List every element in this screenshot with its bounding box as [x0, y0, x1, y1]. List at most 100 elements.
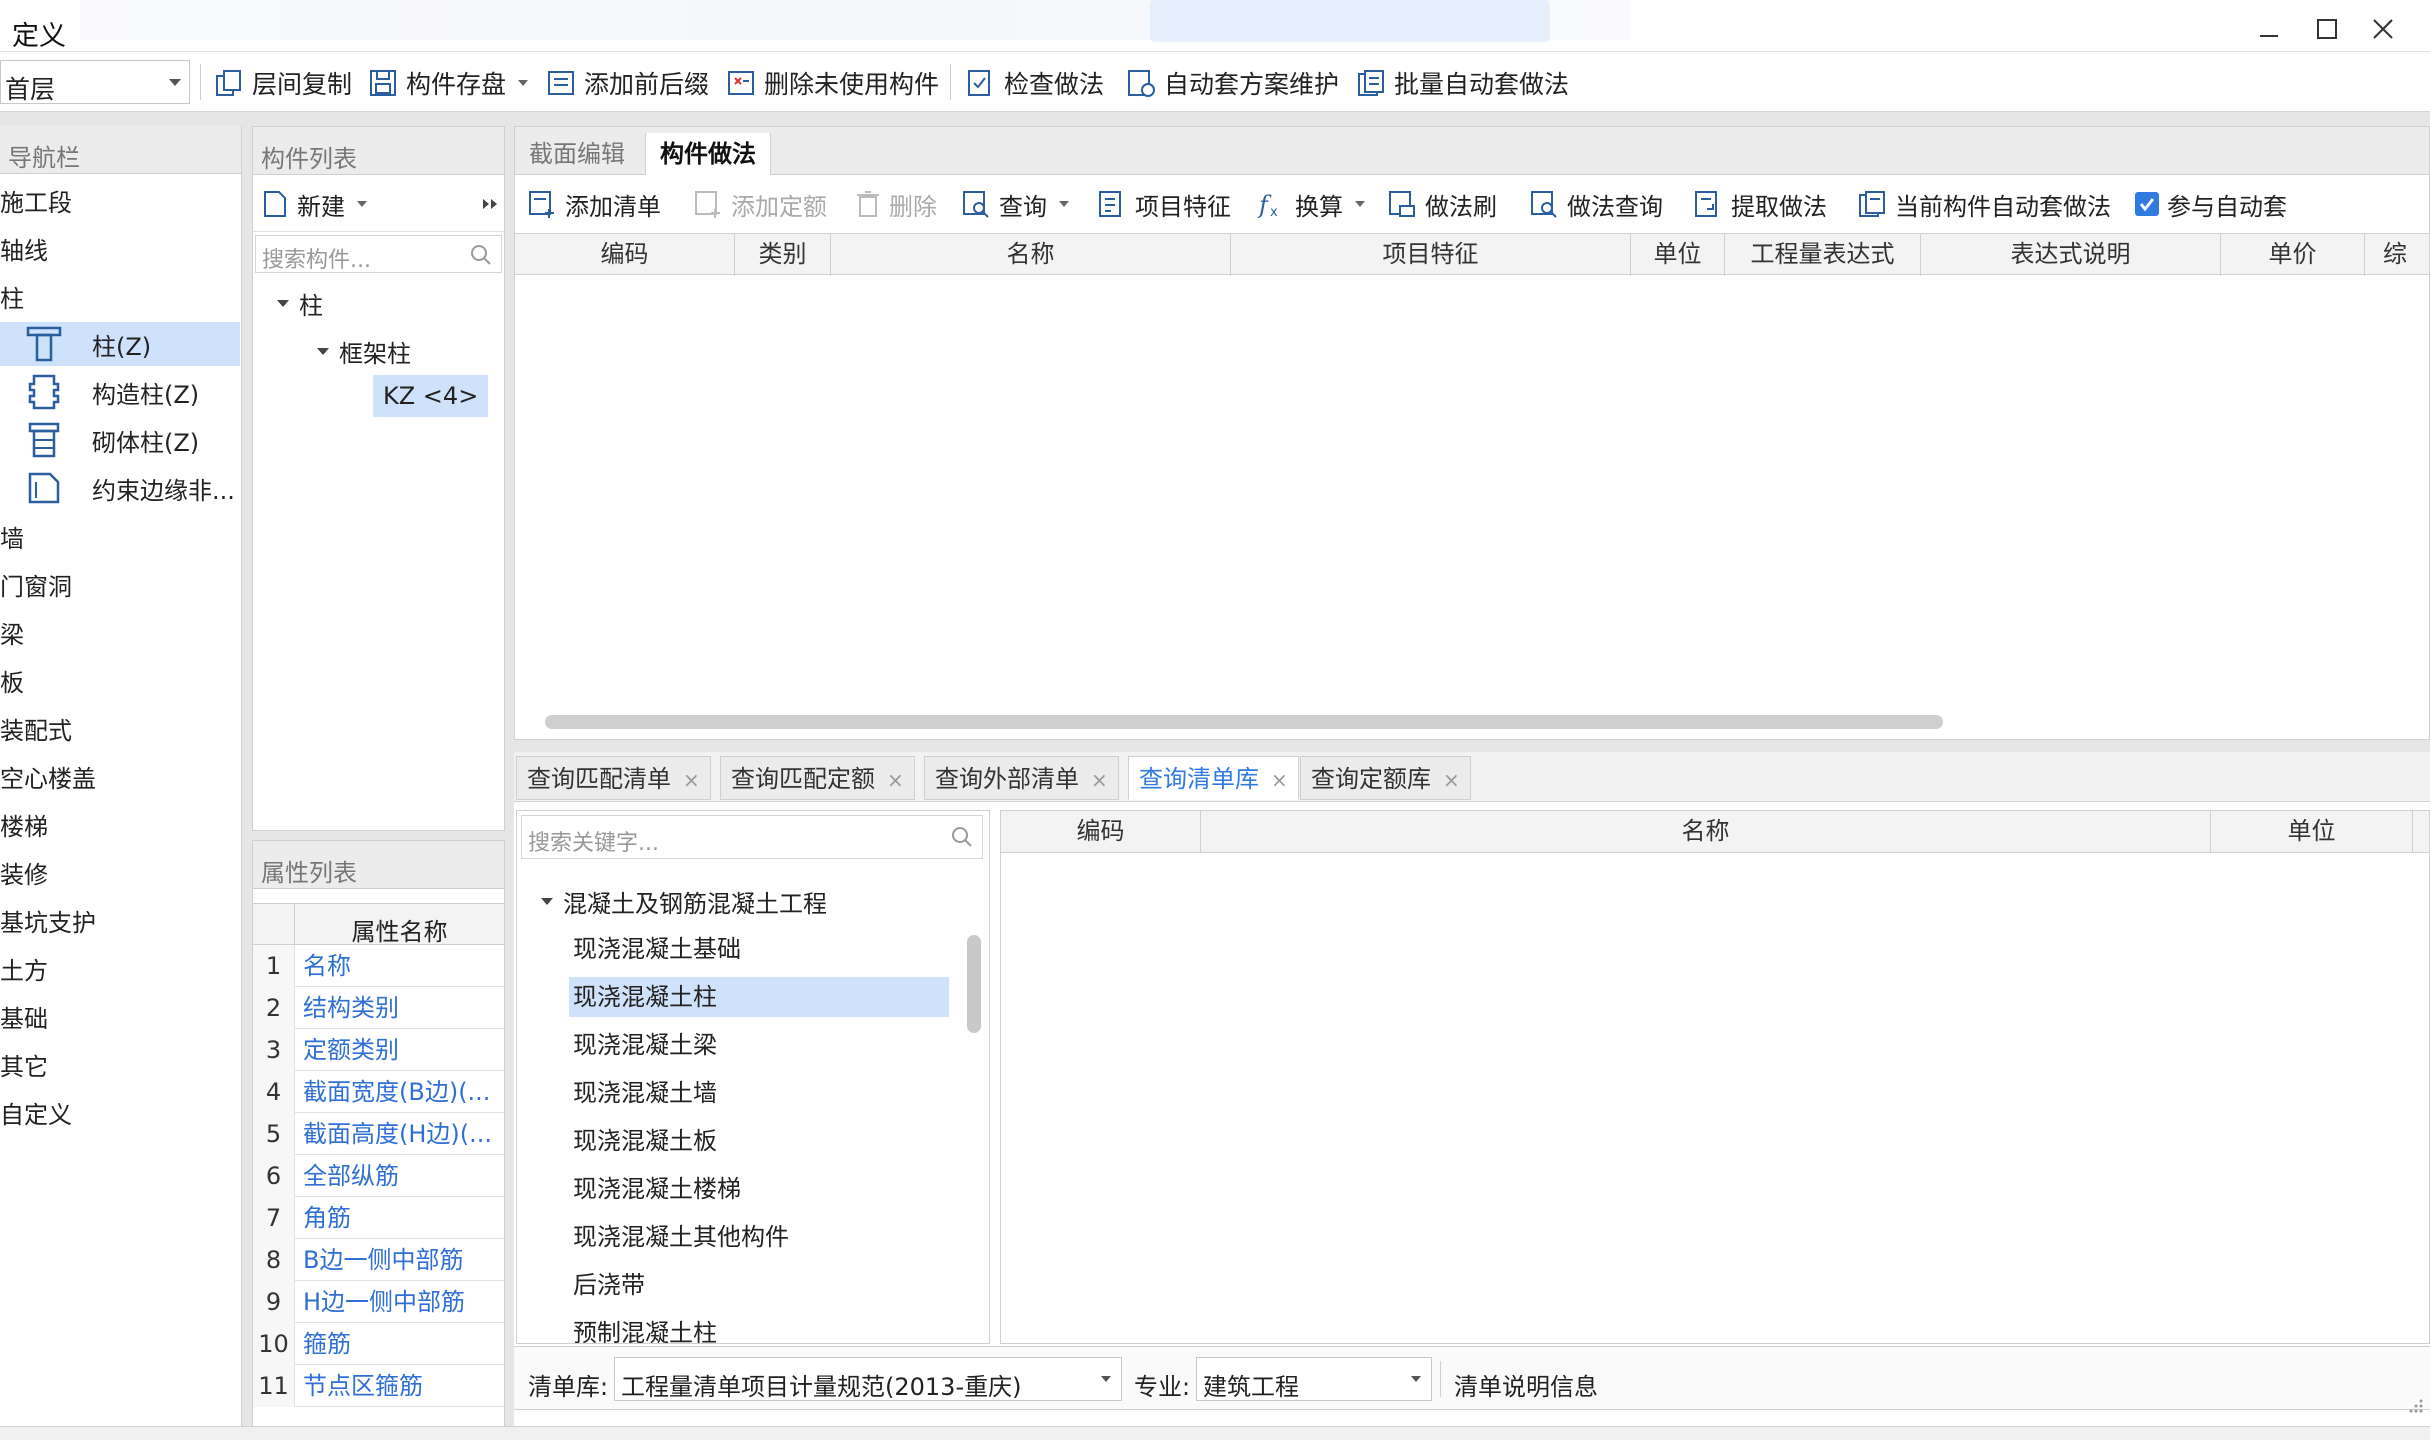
tab-external-list[interactable]: 查询外部清单 ×: [924, 756, 1119, 800]
property-row[interactable]: 9 H边一侧中部筋: [253, 1281, 504, 1323]
new-component-button[interactable]: 新建: [261, 187, 367, 221]
tree-node-library-item[interactable]: 现浇混凝土板: [569, 1121, 949, 1161]
close-icon[interactable]: [2368, 14, 2398, 44]
resize-grip-icon[interactable]: [2408, 1398, 2424, 1414]
tree-node-library-item[interactable]: 现浇混凝土梁: [569, 1025, 949, 1065]
project-feature-button[interactable]: 项目特征: [1097, 187, 1231, 221]
nav-item-prefab[interactable]: 装配式: [0, 706, 240, 750]
vertical-scrollbar[interactable]: [967, 935, 981, 1033]
property-row[interactable]: 2 结构类别: [253, 987, 504, 1029]
nav-item-foundation[interactable]: 基础: [0, 994, 240, 1038]
nav-item-masonry-column[interactable]: 砌体柱(Z): [0, 418, 240, 462]
close-icon[interactable]: ×: [1091, 768, 1108, 792]
save-component-button[interactable]: 构件存盘: [368, 66, 529, 100]
tab-component-method[interactable]: 构件做法: [645, 133, 771, 175]
tab-list-library[interactable]: 查询清单库 ×: [1128, 756, 1299, 800]
property-row[interactable]: 5 截面高度(H边)(...: [253, 1113, 504, 1155]
tree-node-library-item[interactable]: 后浇带: [569, 1265, 949, 1305]
nav-item-pit-support[interactable]: 基坑支护: [0, 898, 240, 942]
close-icon[interactable]: ×: [683, 768, 700, 792]
auto-scheme-button[interactable]: 自动套方案维护: [1126, 66, 1339, 100]
tab-quota-library[interactable]: 查询定额库 ×: [1300, 756, 1471, 800]
keyword-search-input[interactable]: 搜索关键字...: [521, 815, 983, 859]
column-header[interactable]: 综: [2365, 234, 2429, 276]
extract-method-button[interactable]: 提取做法: [1693, 187, 1827, 221]
tree-node-library-item[interactable]: 现浇混凝土基础: [569, 929, 949, 969]
property-row[interactable]: 1 名称: [253, 945, 504, 987]
property-row[interactable]: 4 截面宽度(B边)(...: [253, 1071, 504, 1113]
nav-item-other[interactable]: 其它: [0, 1042, 240, 1086]
nav-item-hollow-floor[interactable]: 空心楼盖: [0, 754, 240, 798]
tab-section-edit[interactable]: 截面编辑: [515, 133, 639, 175]
tree-node-library-item[interactable]: 现浇混凝土墙: [569, 1073, 949, 1113]
floor-select[interactable]: 首层: [0, 60, 190, 104]
property-row[interactable]: 10 箍筋: [253, 1323, 504, 1365]
close-icon[interactable]: ×: [887, 768, 904, 792]
add-affix-button[interactable]: 添加前后缀: [546, 66, 709, 100]
nav-item-wall[interactable]: 墙: [0, 514, 240, 558]
query-button[interactable]: 查询: [961, 187, 1069, 221]
minimize-icon[interactable]: [2254, 14, 2284, 44]
add-quota-button[interactable]: 添加定额: [693, 187, 827, 221]
nav-item-stairs[interactable]: 楼梯: [0, 802, 240, 846]
tree-node-frame-column[interactable]: 框架柱: [317, 331, 411, 371]
column-header[interactable]: 表达式说明: [1921, 234, 2221, 276]
column-header[interactable]: 类别: [735, 234, 831, 276]
maximize-icon[interactable]: [2312, 14, 2342, 44]
batch-auto-button[interactable]: 批量自动套做法: [1356, 66, 1569, 100]
nav-item-column[interactable]: 柱(Z): [0, 322, 240, 366]
copy-floor-button[interactable]: 层间复制: [214, 66, 352, 100]
column-header[interactable]: 工程量表达式: [1725, 234, 1921, 276]
tree-node-library-item[interactable]: 现浇混凝土柱: [569, 977, 949, 1017]
close-icon[interactable]: ×: [1271, 768, 1288, 792]
component-search-input[interactable]: 搜索构件...: [255, 235, 502, 273]
property-row[interactable]: 8 B边一侧中部筋: [253, 1239, 504, 1281]
nav-item-axis[interactable]: 轴线: [0, 226, 240, 270]
tree-node-library-item[interactable]: 预制混凝土柱: [569, 1313, 949, 1343]
nav-item-earthwork[interactable]: 土方: [0, 946, 240, 990]
expand-toolbar-icon[interactable]: [479, 189, 501, 219]
nav-item-beam[interactable]: 梁: [0, 610, 240, 654]
auto-apply-button[interactable]: 当前构件自动套做法: [1857, 187, 2111, 221]
nav-item-decoration[interactable]: 装修: [0, 850, 240, 894]
column-header[interactable]: 名称: [831, 234, 1231, 276]
column-header[interactable]: 项目特征: [1231, 234, 1631, 276]
property-row[interactable]: 6 全部纵筋: [253, 1155, 504, 1197]
library-select[interactable]: 工程量清单项目计量规范(2013-重庆): [614, 1357, 1122, 1401]
delete-unused-button[interactable]: 删除未使用构件: [726, 66, 939, 100]
nav-item-constructional-column[interactable]: 构造柱(Z): [0, 370, 240, 414]
property-row[interactable]: 3 定额类别: [253, 1029, 504, 1071]
property-row[interactable]: 11 节点区箍筋: [253, 1365, 504, 1407]
column-header[interactable]: 单位: [1631, 234, 1725, 276]
column-header[interactable]: 单价: [2221, 234, 2365, 276]
check-method-button[interactable]: 检查做法: [966, 66, 1104, 100]
add-list-button[interactable]: 添加清单: [527, 187, 661, 221]
nav-item-custom[interactable]: 自定义: [0, 1090, 240, 1134]
column-header[interactable]: 编码: [515, 234, 735, 276]
method-brush-button[interactable]: 做法刷: [1387, 187, 1497, 221]
horizontal-scrollbar[interactable]: [545, 715, 1943, 729]
tree-node-library-item[interactable]: 现浇混凝土其他构件: [569, 1217, 949, 1257]
auto-participate-checkbox[interactable]: 参与自动套: [2135, 187, 2287, 221]
nav-item-slab[interactable]: 板: [0, 658, 240, 702]
conversion-button[interactable]: fx 换算: [1257, 187, 1365, 221]
close-icon[interactable]: ×: [1443, 768, 1460, 792]
discipline-select[interactable]: 建筑工程: [1196, 1357, 1432, 1401]
method-query-button[interactable]: 做法查询: [1529, 187, 1663, 221]
delete-button[interactable]: 删除: [855, 187, 937, 221]
tree-node-column[interactable]: 柱: [277, 283, 323, 323]
nav-item-edge-member[interactable]: 约束边缘非...: [0, 466, 240, 510]
nav-item-openings[interactable]: 门窗洞: [0, 562, 240, 606]
nav-item-column-group[interactable]: 柱: [0, 274, 240, 318]
nav-item-construction-section[interactable]: 施工段: [0, 178, 240, 222]
list-info-link[interactable]: 清单说明信息: [1454, 1367, 1598, 1402]
property-row[interactable]: 7 角筋: [253, 1197, 504, 1239]
tree-node-library-item[interactable]: 现浇混凝土楼梯: [569, 1169, 949, 1209]
column-header[interactable]: 编码: [1001, 811, 1201, 853]
tab-match-quota[interactable]: 查询匹配定额 ×: [720, 756, 915, 800]
column-header[interactable]: 单位: [2211, 811, 2413, 853]
column-header[interactable]: 名称: [1201, 811, 2211, 853]
tree-node-concrete[interactable]: 混凝土及钢筋混凝土工程: [541, 881, 827, 921]
tree-node-kz[interactable]: KZ <4>: [373, 375, 489, 417]
tab-match-list[interactable]: 查询匹配清单 ×: [516, 756, 711, 800]
